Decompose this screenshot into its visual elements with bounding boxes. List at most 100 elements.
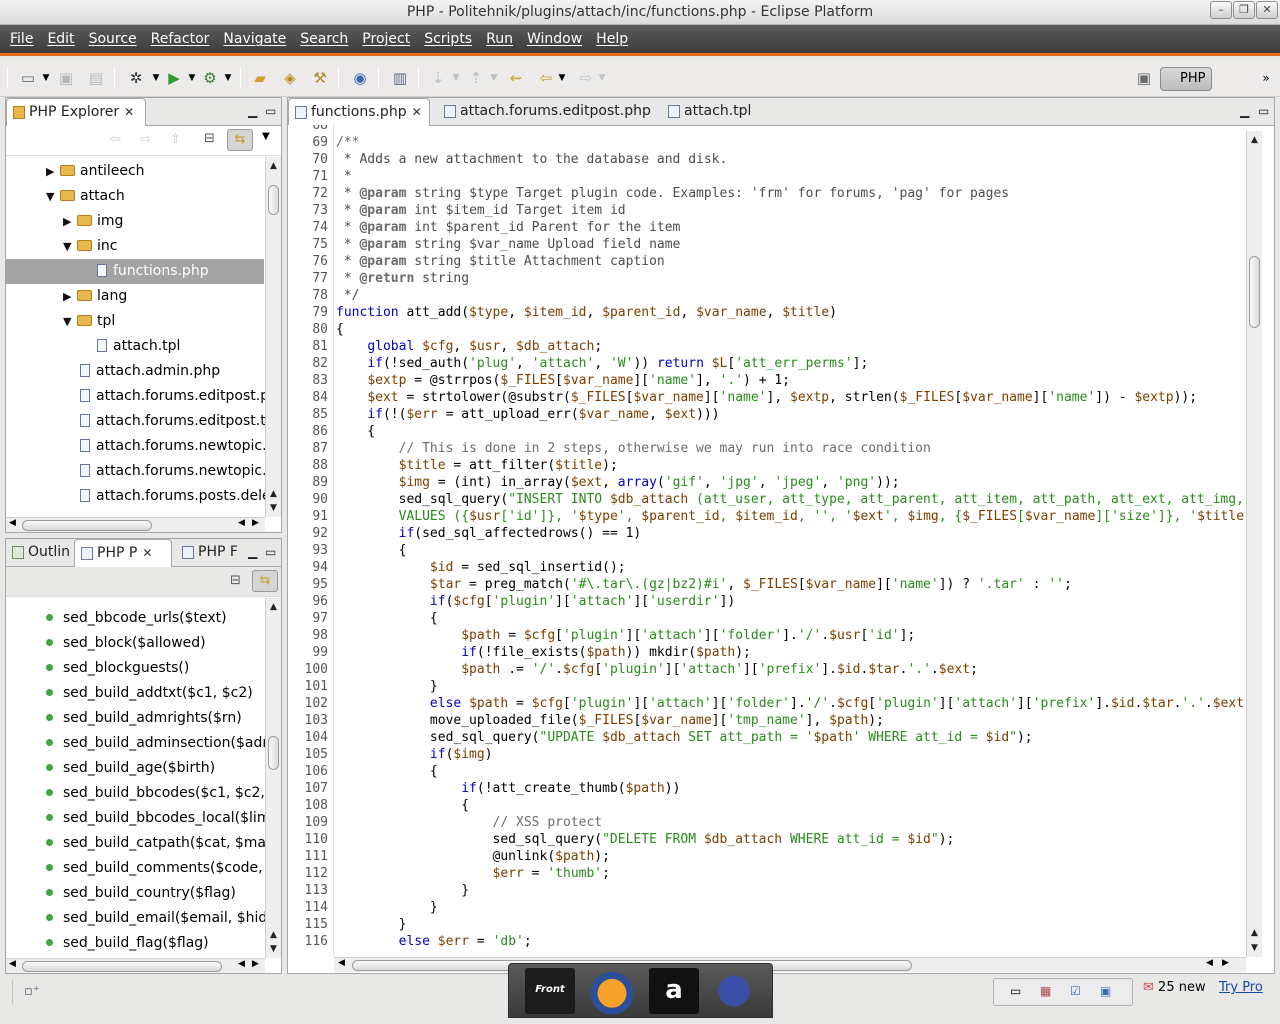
code-line[interactable]: 102 else $path = $cfg['plugin']['attach'… xyxy=(288,695,1246,712)
menu-refactor[interactable]: Refactor xyxy=(144,31,217,47)
code-line[interactable]: 114 } xyxy=(288,899,438,916)
scroll-left-icon[interactable]: ◀ xyxy=(238,959,245,969)
collapse-all-icon[interactable]: ⊟ xyxy=(230,573,241,588)
scroll-left-icon[interactable]: ◀ xyxy=(9,518,16,528)
code-line[interactable]: 100 $path .= '/'.$cfg['plugin']['attach'… xyxy=(288,661,978,678)
code-line[interactable]: 99 if(!file_exists($path)) mkdir($path); xyxy=(288,644,751,661)
scroll-left-icon[interactable]: ◀ xyxy=(338,958,345,968)
code-line[interactable]: 84 $ext = strtolower(@substr($_FILES[$va… xyxy=(288,389,1197,406)
chevron-down-icon[interactable]: ▼ xyxy=(484,68,504,88)
scroll-up-icon[interactable]: ▲ xyxy=(266,159,281,173)
tree-item-attach[interactable]: ▼ attach xyxy=(6,184,125,209)
run-icon[interactable]: ▶ xyxy=(164,68,184,88)
calendar-icon[interactable]: ▦ xyxy=(1040,984,1051,998)
menu-navigate[interactable]: Navigate xyxy=(216,31,293,47)
code-line[interactable]: 95 $tar = preg_match('#\.tar\.(gz|bz2)#i… xyxy=(288,576,1071,593)
code-line[interactable]: 112 $err = 'thumb'; xyxy=(288,865,610,882)
code-line[interactable]: 92 if(sed_sql_affectedrows() == 1) xyxy=(288,525,641,542)
code-line[interactable]: 79 function att_add($type, $item_id, $par… xyxy=(288,304,837,321)
more-perspectives-icon[interactable]: » xyxy=(1256,68,1276,88)
tree-item-img[interactable]: ▶ img xyxy=(6,209,123,234)
amarok-icon[interactable]: a xyxy=(649,968,699,1014)
scrollbar-thumb[interactable] xyxy=(268,185,279,215)
tab-outline[interactable]: Outlin xyxy=(6,539,74,567)
close-icon[interactable]: ✕ xyxy=(142,546,152,560)
external-tools-icon[interactable]: ⚙ xyxy=(200,68,220,88)
tree-item-attach-tpl[interactable]: attach.tpl xyxy=(6,334,180,359)
code-line[interactable]: 109 // XSS protect xyxy=(288,814,603,831)
tree-item-antileech[interactable]: ▶ antileech xyxy=(6,159,145,184)
outline-item[interactable]: sed_build_addtxt($c1, $c2) xyxy=(6,681,253,706)
code-line[interactable]: 101 } xyxy=(288,678,438,695)
scrollbar-thumb[interactable] xyxy=(22,961,222,972)
code-line[interactable]: 75 * @param string $var_name Upload fiel… xyxy=(288,236,680,253)
code-line[interactable]: 111 @unlink($path); xyxy=(288,848,610,865)
outline-item[interactable]: sed_build_flag($flag) xyxy=(6,931,209,956)
outline-horizontal-scrollbar[interactable]: ◀ ◀ ▶ xyxy=(6,958,265,973)
mail-notification[interactable]: ✉ 25 new xyxy=(1143,980,1206,995)
tree-item-file[interactable]: attach.admin.php xyxy=(6,359,220,384)
tree-item-file[interactable]: attach.forums.posts.delete.php xyxy=(6,484,265,509)
outline-item[interactable]: sed_build_adminsection($adminmain) xyxy=(6,731,265,756)
outline-item[interactable]: sed_build_email($email, $hide) xyxy=(6,906,265,931)
tree-item-file[interactable]: attach.forums.newtopic.tags.php xyxy=(6,459,265,484)
forward-icon[interactable]: ⇨ xyxy=(140,132,151,147)
code-line[interactable]: 116 else $err = 'db'; xyxy=(288,933,532,950)
firefox-icon[interactable] xyxy=(587,968,637,1014)
tab-php-explorer[interactable]: PHP Explorer ✕ xyxy=(6,98,146,126)
code-line[interactable]: 70 * Adds a new attachment to the databa… xyxy=(288,151,727,168)
tab-php-project-outline[interactable]: PHP P ✕ xyxy=(74,539,172,567)
tree-item-inc[interactable]: ▼ inc xyxy=(6,234,117,259)
scrollbar-thumb[interactable] xyxy=(268,736,279,770)
outline-item[interactable]: sed_build_bbcodes_local($limit) xyxy=(6,806,265,831)
outline-item[interactable]: sed_build_catpath($cat, $mask) xyxy=(6,831,265,856)
scroll-up-icon[interactable]: ▲ xyxy=(1247,133,1262,147)
tasks-icon[interactable]: ☑ xyxy=(1070,984,1081,998)
menu-edit[interactable]: Edit xyxy=(40,31,81,47)
collapse-arrow-icon[interactable]: ▼ xyxy=(63,309,77,334)
menu-source[interactable]: Source xyxy=(82,31,144,47)
menu-scripts[interactable]: Scripts xyxy=(417,31,479,47)
code-line[interactable]: 83 $extp = @strrpos($_FILES[$var_name]['… xyxy=(288,372,790,389)
tab-php-functions[interactable]: PHP F xyxy=(176,539,246,567)
code-line[interactable]: 97 { xyxy=(288,610,437,627)
outline-item[interactable]: sed_blockguests() xyxy=(6,656,189,681)
tree-item-functions-php[interactable]: functions.php xyxy=(6,259,264,284)
code-line[interactable]: 104 sed_sql_query("UPDATE $db_attach SET… xyxy=(288,729,1033,746)
code-line[interactable]: 107 if(!att_create_thumb($path)) xyxy=(288,780,681,797)
outline-item[interactable]: sed_build_country($flag) xyxy=(6,881,236,906)
code-line[interactable]: 77 * @return string xyxy=(288,270,469,287)
tree-item-file[interactable]: attach.forums.editpost.php xyxy=(6,384,265,409)
menu-project[interactable]: Project xyxy=(355,31,417,47)
monitor-icon[interactable]: ▣ xyxy=(1100,984,1111,998)
link-with-editor-icon[interactable]: ⇆ xyxy=(227,129,253,151)
code-line[interactable]: 105 if($img) xyxy=(288,746,493,763)
minimize-view-icon[interactable]: ▁ xyxy=(248,104,257,118)
save-icon[interactable]: ▣ xyxy=(56,68,76,88)
tree-item-file[interactable]: attach.forums.newtopic.php xyxy=(6,434,265,459)
editor-horizontal-scrollbar[interactable]: ◀ ◀ ▶ xyxy=(334,957,1246,972)
code-line[interactable]: 113 } xyxy=(288,882,470,899)
outline-item[interactable]: sed_build_bbcodes($c1, $c2, $title) xyxy=(6,781,265,806)
tools-icon[interactable]: ⚒ xyxy=(310,68,330,88)
scroll-up-icon[interactable]: ▲ xyxy=(1247,926,1262,940)
fast-view-icon[interactable]: ▫⁺ xyxy=(24,984,40,999)
editor-vertical-scrollbar[interactable]: ▲ ▲ ▼ xyxy=(1246,131,1262,957)
code-line[interactable]: 96 if($cfg['plugin']['attach']['userdir'… xyxy=(288,593,735,610)
code-line[interactable]: 68 xyxy=(288,125,336,134)
chevron-down-icon[interactable]: ▼ xyxy=(36,68,56,88)
link-with-editor-icon[interactable]: ⇆ xyxy=(252,570,278,592)
tree-item-tpl[interactable]: ▼ tpl xyxy=(6,309,115,334)
scroll-right-icon[interactable]: ▶ xyxy=(252,518,259,528)
expand-arrow-icon[interactable]: ▶ xyxy=(63,284,77,309)
scroll-right-icon[interactable]: ▶ xyxy=(1222,958,1229,968)
new-file-icon[interactable]: ▭ xyxy=(18,68,38,88)
collapse-arrow-icon[interactable]: ▼ xyxy=(63,234,77,259)
try-pro-link[interactable]: Try Pro xyxy=(1219,980,1263,995)
code-line[interactable]: 74 * @param int $parent_id Parent for th… xyxy=(288,219,680,236)
code-line[interactable]: 78 */ xyxy=(288,287,359,304)
maximize-window-button[interactable]: ❐ xyxy=(1233,1,1255,19)
code-line[interactable]: 82 if(!sed_auth('plug', 'attach', 'W')) … xyxy=(288,355,868,372)
collapse-all-icon[interactable]: ⊟ xyxy=(204,131,215,146)
eclipse-icon[interactable] xyxy=(709,968,759,1014)
